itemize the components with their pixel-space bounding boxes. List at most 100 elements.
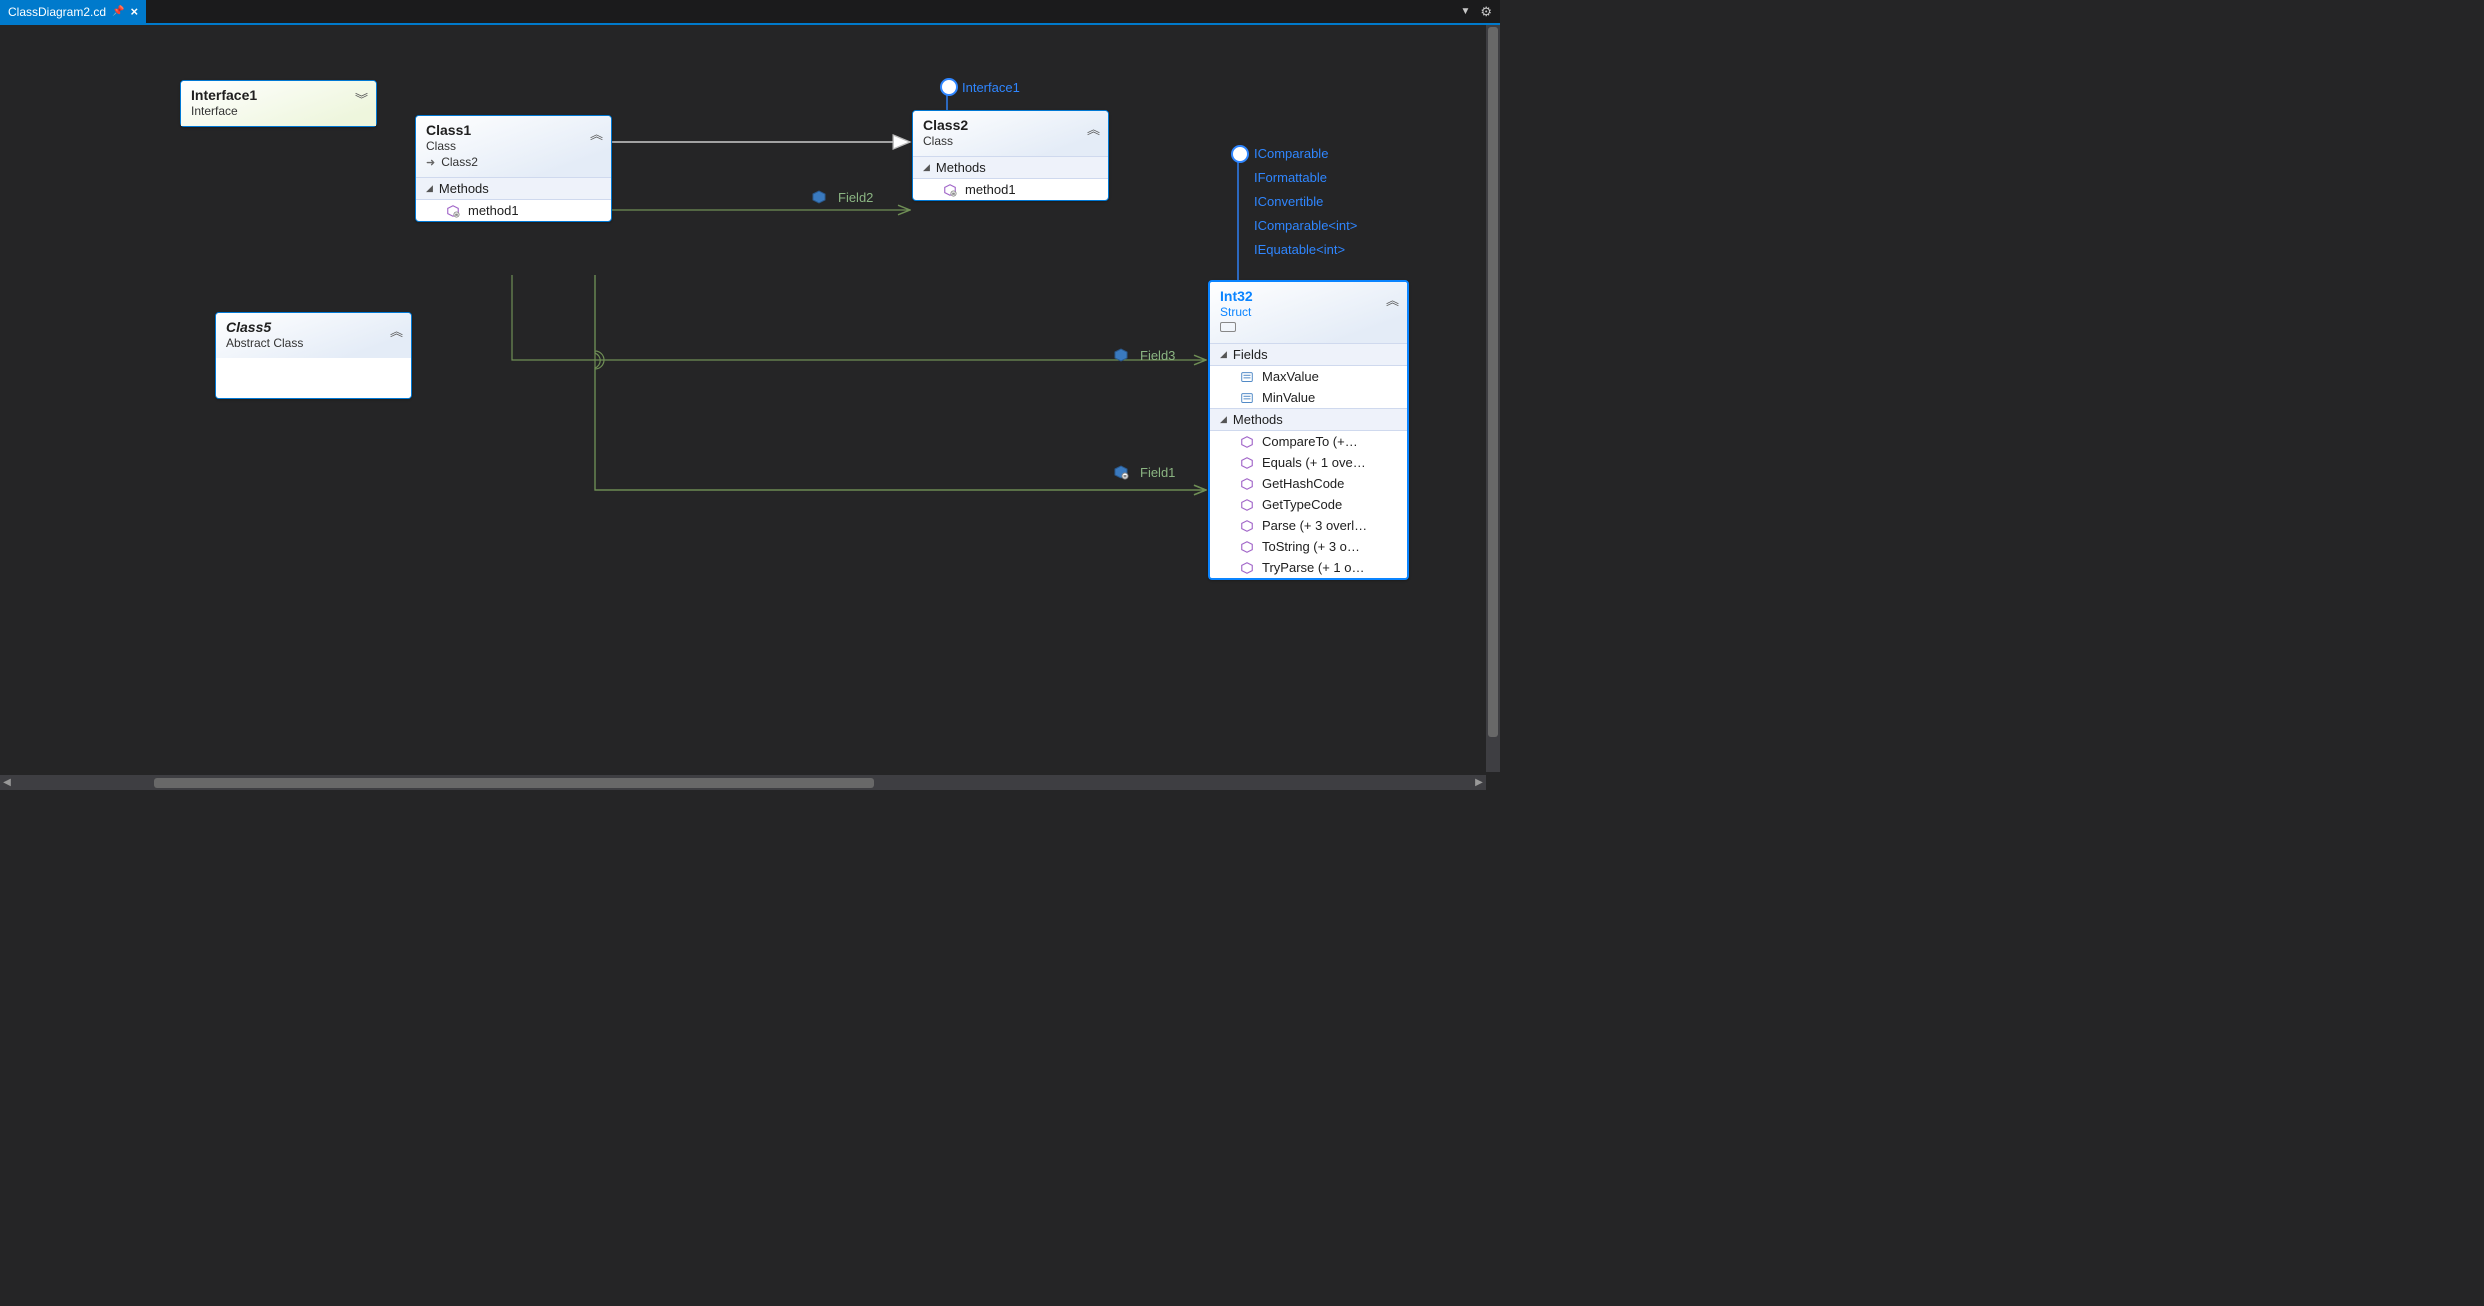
chevron-up-icon[interactable]: ︽ bbox=[390, 321, 403, 340]
diagram-canvas[interactable]: Interface1 Interface ︾ Class1 Class ➜ Cl… bbox=[0, 50, 1485, 790]
horizontal-scrollbar-track[interactable] bbox=[14, 778, 1472, 788]
shape-stereotype: Class bbox=[426, 139, 601, 153]
pin-icon[interactable]: 📌 bbox=[112, 6, 124, 17]
horizontal-scrollbar[interactable]: ◀ ▶ bbox=[0, 775, 1486, 790]
section-title: Methods bbox=[936, 160, 986, 175]
scroll-right-icon[interactable]: ▶ bbox=[1472, 777, 1486, 788]
method-icon bbox=[1240, 498, 1254, 512]
shape-name: Class2 bbox=[923, 117, 1098, 133]
scroll-left-icon[interactable]: ◀ bbox=[0, 777, 14, 788]
member-tostring[interactable]: ToString (+ 3 o… bbox=[1210, 536, 1407, 557]
field-private-icon bbox=[1113, 464, 1129, 480]
dropdown-icon[interactable]: ▼ bbox=[1460, 6, 1470, 17]
lollipop-label-iformattable: IFormattable bbox=[1254, 170, 1327, 185]
base-class-name: Class2 bbox=[441, 155, 478, 169]
section-header-methods[interactable]: ◢ Methods bbox=[1210, 408, 1407, 431]
shape-name: Class5 bbox=[226, 319, 401, 335]
constant-icon bbox=[1240, 391, 1254, 405]
lollipop-label-icomparable: IComparable bbox=[1254, 146, 1328, 161]
method-icon bbox=[1240, 435, 1254, 449]
member-name: Parse (+ 3 overl… bbox=[1262, 518, 1367, 533]
member-name: MaxValue bbox=[1262, 369, 1319, 384]
shape-stereotype: Abstract Class bbox=[226, 336, 401, 350]
method-icon bbox=[1240, 477, 1254, 491]
shape-class2[interactable]: Class2 Class ︽ ◢ Methods method1 bbox=[912, 110, 1109, 201]
lollipop-label-iconvertible: IConvertible bbox=[1254, 194, 1323, 209]
close-icon[interactable]: × bbox=[131, 4, 139, 19]
chevron-up-icon[interactable]: ︽ bbox=[590, 124, 603, 143]
member-parse[interactable]: Parse (+ 3 overl… bbox=[1210, 515, 1407, 536]
chevron-down-icon[interactable]: ︾ bbox=[355, 89, 368, 108]
collapse-icon: ◢ bbox=[923, 162, 930, 173]
association-label-field3: Field3 bbox=[1140, 348, 1175, 363]
gear-icon[interactable]: ⚙ bbox=[1480, 4, 1492, 20]
tab-bar: ClassDiagram2.cd 📌 × ▼ ⚙ bbox=[0, 0, 1500, 25]
shape-stereotype: Interface bbox=[191, 104, 366, 118]
section-header-methods[interactable]: ◢ Methods bbox=[913, 156, 1108, 179]
member-gettypecode[interactable]: GetTypeCode bbox=[1210, 494, 1407, 515]
shape-stereotype: Struct bbox=[1220, 305, 1397, 319]
collapse-icon: ◢ bbox=[426, 183, 433, 194]
method-icon bbox=[1240, 561, 1254, 575]
member-maxvalue[interactable]: MaxValue bbox=[1210, 366, 1407, 387]
collapse-icon: ◢ bbox=[1220, 414, 1227, 425]
member-equals[interactable]: Equals (+ 1 ove… bbox=[1210, 452, 1407, 473]
chevron-up-icon[interactable]: ︽ bbox=[1087, 119, 1100, 138]
member-gethashcode[interactable]: GetHashCode bbox=[1210, 473, 1407, 494]
member-name: ToString (+ 3 o… bbox=[1262, 539, 1360, 554]
member-name: GetTypeCode bbox=[1262, 497, 1342, 512]
shape-class1[interactable]: Class1 Class ➜ Class2 ︽ ◢ Methods method… bbox=[415, 115, 612, 222]
member-name: CompareTo (+… bbox=[1262, 434, 1358, 449]
shape-interface1[interactable]: Interface1 Interface ︾ bbox=[180, 80, 377, 127]
metadata-icon bbox=[1220, 322, 1236, 332]
shape-body bbox=[216, 358, 411, 398]
section-title: Methods bbox=[1233, 412, 1283, 427]
vertical-scrollbar[interactable] bbox=[1486, 25, 1500, 772]
member-compareto[interactable]: CompareTo (+… bbox=[1210, 431, 1407, 452]
member-name: TryParse (+ 1 o… bbox=[1262, 560, 1364, 575]
tab-bar-right: ▼ ⚙ bbox=[1460, 0, 1500, 23]
constant-icon bbox=[1240, 370, 1254, 384]
document-tab[interactable]: ClassDiagram2.cd 📌 × bbox=[0, 0, 146, 23]
member-name: MinValue bbox=[1262, 390, 1315, 405]
vertical-scrollbar-thumb[interactable] bbox=[1488, 27, 1498, 737]
chevron-up-icon[interactable]: ︽ bbox=[1386, 290, 1399, 309]
section-title: Fields bbox=[1233, 347, 1268, 362]
inherits-arrow-icon: ➜ bbox=[426, 156, 435, 169]
member-tryparse[interactable]: TryParse (+ 1 o… bbox=[1210, 557, 1407, 578]
shape-name: Class1 bbox=[426, 122, 601, 138]
tab-title: ClassDiagram2.cd bbox=[8, 5, 106, 19]
shape-class5[interactable]: Class5 Abstract Class ︽ bbox=[215, 312, 412, 399]
method-private-icon bbox=[446, 204, 460, 218]
lollipop-label-interface1: Interface1 bbox=[962, 80, 1020, 95]
shape-stereotype: Class bbox=[923, 134, 1098, 148]
method-private-icon bbox=[943, 183, 957, 197]
editor-window: ClassDiagram2.cd 📌 × ▼ ⚙ bbox=[0, 0, 1500, 790]
lollipop-interface1[interactable] bbox=[940, 78, 958, 96]
lollipop-label-icomparable-int: IComparable<int> bbox=[1254, 218, 1357, 233]
member-method1[interactable]: method1 bbox=[416, 200, 611, 221]
method-icon bbox=[1240, 456, 1254, 470]
method-icon bbox=[1240, 540, 1254, 554]
section-title: Methods bbox=[439, 181, 489, 196]
lollipop-label-iequatable-int: IEquatable<int> bbox=[1254, 242, 1345, 257]
member-name: method1 bbox=[468, 203, 519, 218]
member-method1[interactable]: method1 bbox=[913, 179, 1108, 200]
field-icon bbox=[1113, 347, 1129, 363]
collapse-icon: ◢ bbox=[1220, 349, 1227, 360]
shape-name: Int32 bbox=[1220, 288, 1397, 304]
shape-int32[interactable]: Int32 Struct ︽ ◢ Fields MaxValue MinValu… bbox=[1208, 280, 1409, 580]
horizontal-scrollbar-thumb[interactable] bbox=[154, 778, 874, 788]
field-icon bbox=[811, 189, 827, 205]
member-name: GetHashCode bbox=[1262, 476, 1344, 491]
base-class-row: ➜ Class2 bbox=[426, 155, 601, 169]
method-icon bbox=[1240, 519, 1254, 533]
association-label-field1: Field1 bbox=[1140, 465, 1175, 480]
member-name: Equals (+ 1 ove… bbox=[1262, 455, 1366, 470]
section-header-fields[interactable]: ◢ Fields bbox=[1210, 343, 1407, 366]
association-label-field2: Field2 bbox=[838, 190, 873, 205]
member-minvalue[interactable]: MinValue bbox=[1210, 387, 1407, 408]
section-header-methods[interactable]: ◢ Methods bbox=[416, 177, 611, 200]
shape-name: Interface1 bbox=[191, 87, 366, 103]
lollipop-int32[interactable] bbox=[1231, 145, 1249, 163]
